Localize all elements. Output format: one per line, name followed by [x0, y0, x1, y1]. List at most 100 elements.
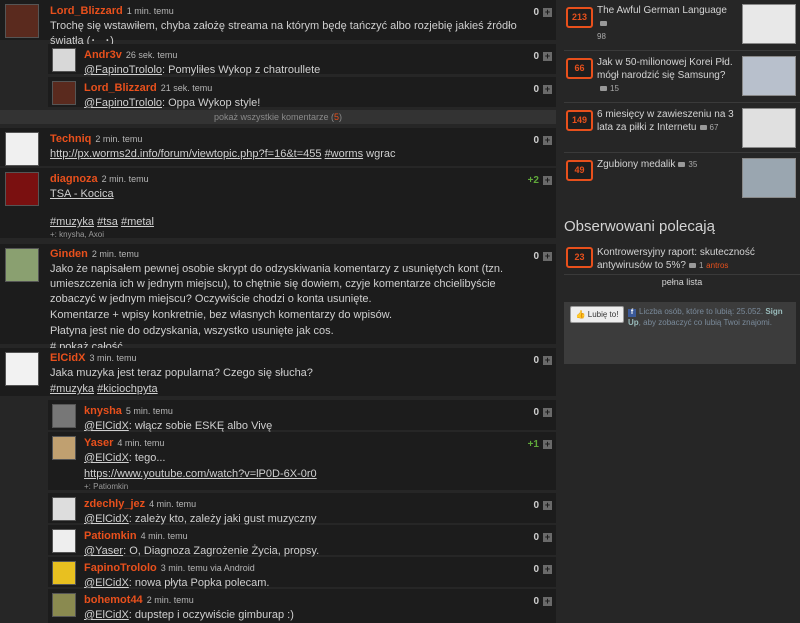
observed-author[interactable]: antros	[706, 261, 728, 270]
avatar[interactable]	[52, 436, 76, 460]
link-title[interactable]: The Awful German Language	[597, 5, 727, 16]
sidebar-item[interactable]: 66 Jak w 50-milionowej Korei Płd. mógł n…	[564, 54, 800, 100]
username[interactable]: bohemot44	[84, 594, 143, 606]
plus-icon[interactable]: +	[543, 135, 552, 145]
link-thumbnail[interactable]	[742, 56, 796, 96]
username[interactable]: diagnoza	[50, 173, 98, 185]
full-list-link[interactable]: pełna lista	[564, 277, 800, 287]
mention-link[interactable]: @ElCidX	[84, 513, 129, 525]
plus-icon[interactable]: +	[543, 500, 552, 510]
mention-link[interactable]: @ElCidX	[84, 452, 129, 464]
avatar[interactable]	[52, 81, 76, 105]
show-all-comments-link[interactable]: pokaż wszystkie komentarze (5)	[0, 110, 556, 124]
mention-link[interactable]: @ElCidX	[84, 609, 129, 621]
plus-icon[interactable]: +	[543, 51, 552, 61]
username[interactable]: Lord_Blizzard	[84, 82, 157, 94]
vote-count: +1	[527, 439, 539, 450]
link-thumbnail[interactable]	[742, 108, 796, 148]
vote-count: 0	[533, 84, 539, 95]
sidebar: 213 The Awful German Language 98 66 Jak w…	[564, 0, 800, 623]
username[interactable]: ElCidX	[50, 352, 85, 364]
avatar[interactable]	[5, 352, 39, 386]
username[interactable]: Techniq	[50, 133, 91, 145]
facebook-like-box: 👍 Lubię to! f Liczba osób, które to lubią…	[564, 302, 796, 364]
avatar[interactable]	[5, 248, 39, 282]
mention-link[interactable]: @FapinoTrololo	[84, 97, 162, 109]
mention-link[interactable]: @ElCidX	[84, 577, 129, 589]
link-thumbnail[interactable]	[742, 4, 796, 44]
digg-count-badge[interactable]: 49	[566, 160, 593, 181]
username[interactable]: Andr3v	[84, 49, 122, 61]
plus-icon[interactable]: +	[543, 355, 552, 365]
avatar[interactable]	[52, 529, 76, 553]
facebook-icon: f	[628, 309, 636, 317]
avatar[interactable]	[5, 132, 39, 166]
comment-zdechly-jez: zdechly_jez 4 min. temu @ElCidX: zależy k…	[48, 493, 556, 525]
vote-count: +2	[527, 175, 539, 186]
digg-count-badge[interactable]: 213	[566, 7, 593, 28]
plus-icon[interactable]: +	[543, 532, 552, 542]
username[interactable]: FapinoTrololo	[84, 562, 157, 574]
username[interactable]: Ginden	[50, 248, 88, 260]
entry-text: Płatyna jest nie do odzyskania, wszystko…	[50, 325, 334, 337]
avatar[interactable]	[5, 4, 39, 38]
show-all-comments-close: )	[339, 112, 343, 122]
username[interactable]: zdechly_jez	[84, 498, 145, 510]
link-title[interactable]: Zgubiony medalik	[597, 159, 675, 170]
digg-count-badge[interactable]: 149	[566, 110, 593, 131]
divider	[564, 152, 800, 153]
mention-link[interactable]: @Yaser	[84, 545, 123, 557]
comment-andr3v: Andr3v 26 sek. temu @FapinoTrololo: Pomyl…	[48, 44, 556, 76]
username[interactable]: knysha	[84, 405, 122, 417]
plus-icon[interactable]: +	[543, 439, 552, 449]
comment-text: : zależy kto, zależy jaki gust muzyczny	[128, 513, 317, 525]
timestamp: 2 min. temu	[91, 249, 139, 259]
comment-icon	[699, 124, 707, 130]
divider	[564, 50, 800, 51]
username[interactable]: Patiomkin	[84, 530, 137, 542]
tag-link[interactable]: #metal	[121, 216, 154, 228]
plus-icon[interactable]: +	[543, 251, 552, 261]
link-title[interactable]: Jak w 50-milionowej Korei Płd. mógł naro…	[597, 57, 733, 81]
plus-icon[interactable]: +	[543, 84, 552, 94]
digg-count-badge[interactable]: 23	[566, 247, 593, 268]
observed-item[interactable]: 23 Kontrowersyjny raport: skuteczność an…	[564, 244, 800, 274]
avatar[interactable]	[52, 48, 76, 72]
sidebar-item[interactable]: 149 6 miesięcy w zawieszeniu na 3 lata z…	[564, 106, 800, 152]
vote-count: 0	[533, 532, 539, 543]
embed-link[interactable]: TSA - Kocica	[50, 188, 114, 200]
tag-link[interactable]: #kiciochpyta	[97, 383, 158, 395]
comment-fapinotrololo: FapinoTrololo 3 min. temu via Android @El…	[48, 557, 556, 589]
comment-count: 67	[709, 123, 719, 132]
avatar[interactable]	[52, 593, 76, 617]
username[interactable]: Lord_Blizzard	[50, 5, 123, 17]
tag-link[interactable]: #worms	[325, 148, 364, 160]
plus-icon[interactable]: +	[543, 564, 552, 574]
link-title[interactable]: Kontrowersyjny raport: skuteczność antyw…	[597, 247, 755, 271]
avatar[interactable]	[5, 172, 39, 206]
avatar[interactable]	[52, 497, 76, 521]
youtube-link[interactable]: https://www.youtube.com/watch?v=lP0D-6X-…	[84, 468, 317, 480]
mention-link[interactable]: @FapinoTrololo	[84, 64, 162, 76]
mention-link[interactable]: @ElCidX	[84, 420, 129, 432]
avatar[interactable]	[52, 404, 76, 428]
entry-text: Jaka muzyka jest teraz popularna? Czego …	[50, 367, 313, 379]
link-thumbnail[interactable]	[742, 158, 796, 198]
url-link[interactable]: http://px.worms2d.info/forum/viewtopic.p…	[50, 148, 322, 160]
sidebar-item[interactable]: 213 The Awful German Language 98	[564, 2, 800, 48]
plus-icon[interactable]: +	[543, 175, 552, 185]
plus-icon[interactable]: +	[543, 596, 552, 606]
vote-count: 0	[533, 500, 539, 511]
facebook-like-button[interactable]: 👍 Lubię to!	[570, 306, 624, 323]
comment-text: : włącz sobie ESKĘ albo Vivę	[128, 420, 273, 432]
tag-link[interactable]: #muzyka	[50, 383, 94, 395]
comment-text: : dupstep i oczywiście gimburap :)	[128, 609, 294, 621]
tag-link[interactable]: #tsa	[97, 216, 118, 228]
sidebar-item[interactable]: 49 Zgubiony medalik 35	[564, 156, 800, 202]
tag-link[interactable]: #muzyka	[50, 216, 94, 228]
avatar[interactable]	[52, 561, 76, 585]
plus-icon[interactable]: +	[543, 407, 552, 417]
plus-icon[interactable]: +	[543, 7, 552, 17]
digg-count-badge[interactable]: 66	[566, 58, 593, 79]
username[interactable]: Yaser	[84, 437, 113, 449]
